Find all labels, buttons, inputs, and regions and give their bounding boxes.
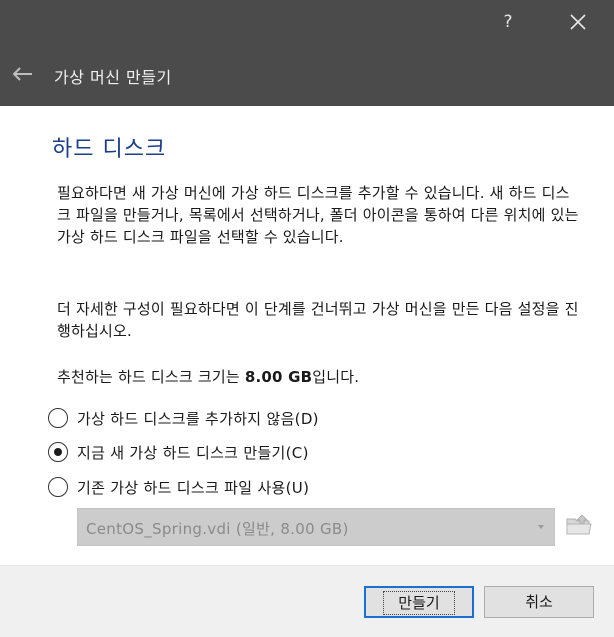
recommended-suffix: 입니다. — [312, 368, 360, 386]
radio-label: 가상 하드 디스크를 추가하지 않음(D) — [77, 409, 319, 428]
existing-disk-select[interactable]: CentOS_Spring.vdi (일반, 8.00 GB) — [77, 508, 555, 546]
disk-select-value: CentOS_Spring.vdi (일반, 8.00 GB) — [86, 520, 349, 538]
folder-icon — [566, 514, 592, 535]
arrow-left-icon — [12, 67, 32, 81]
choose-disk-file-button[interactable] — [565, 512, 597, 542]
radio-no-disk[interactable]: 가상 하드 디스크를 추가하지 않음(D) — [48, 406, 319, 430]
radio-existing-disk[interactable]: 기존 가상 하드 디스크 파일 사용(U) — [48, 475, 309, 499]
create-button[interactable]: 만들기 — [364, 586, 474, 618]
wizard-title: 가상 머신 만들기 — [54, 68, 172, 87]
recommended-prefix: 추천하는 하드 디스크 크기는 — [57, 368, 245, 386]
chevron-down-icon — [538, 525, 544, 529]
description-paragraph: 필요하다면 새 가상 머신에 가상 하드 디스크를 추가할 수 있습니다. 새 … — [57, 184, 579, 246]
footer-bar: 만들기 취소 — [0, 565, 614, 637]
recommended-size-value: 8.00 GB — [244, 368, 313, 386]
advanced-note-paragraph: 더 자세한 구성이 필요하다면 이 단계를 건너뛰고 가상 머신을 만든 다음 … — [57, 300, 579, 340]
title-bar: ? 가상 머신 만들기 — [0, 0, 614, 106]
recommended-size-text: 추천하는 하드 디스크 크기는 8.00 GB입니다. — [57, 366, 579, 388]
radio-create-disk[interactable]: 지금 새 가상 하드 디스크 만들기(C) — [48, 440, 309, 464]
radio-label: 기존 가상 하드 디스크 파일 사용(U) — [77, 478, 310, 497]
cancel-button[interactable]: 취소 — [484, 586, 594, 618]
close-button[interactable] — [560, 6, 596, 38]
radio-label: 지금 새 가상 하드 디스크 만들기(C) — [77, 443, 309, 462]
radio-button-checked[interactable] — [48, 442, 68, 462]
radio-button[interactable] — [48, 408, 68, 428]
page-heading: 하드 디스크 — [52, 137, 167, 162]
close-icon — [570, 14, 586, 30]
radio-button[interactable] — [48, 477, 68, 497]
help-button[interactable]: ? — [492, 6, 524, 38]
create-button-label: 만들기 — [383, 591, 455, 615]
back-button[interactable] — [8, 62, 38, 88]
